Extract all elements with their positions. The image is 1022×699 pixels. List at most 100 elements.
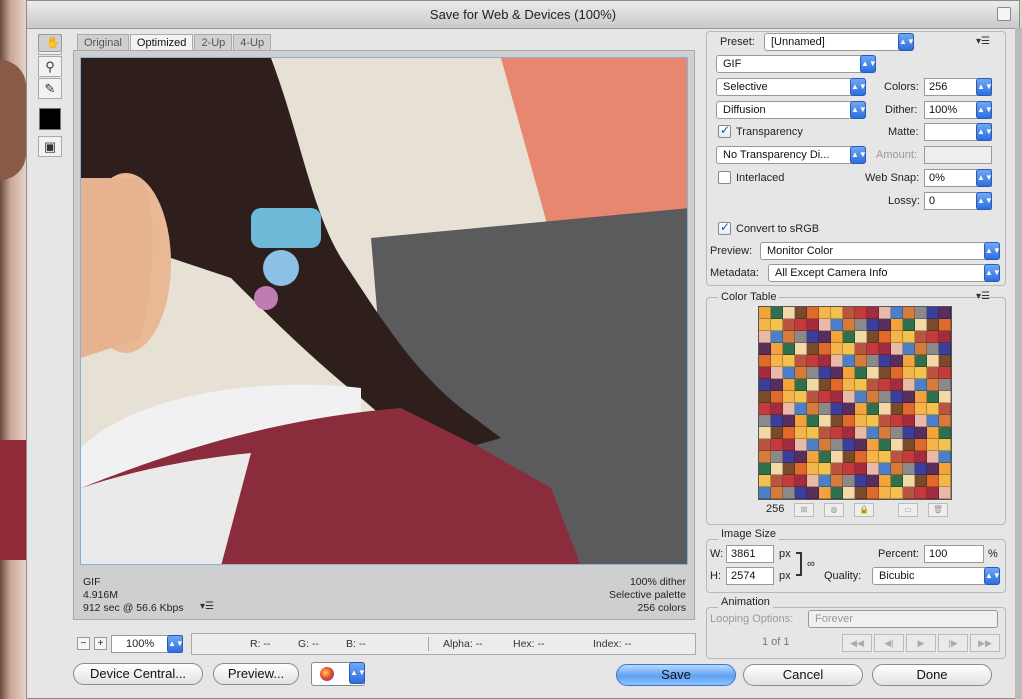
color-swatch[interactable] <box>927 487 939 499</box>
color-swatch[interactable] <box>831 307 843 319</box>
color-swatch[interactable] <box>759 319 771 331</box>
color-swatch[interactable] <box>807 439 819 451</box>
color-swatch[interactable] <box>819 439 831 451</box>
color-swatch[interactable] <box>843 475 855 487</box>
color-swatch[interactable] <box>843 331 855 343</box>
color-swatch[interactable] <box>855 463 867 475</box>
file-format-select[interactable]: GIF ▲▼ <box>716 55 877 73</box>
new-color-icon[interactable]: ▭ <box>898 503 918 517</box>
color-swatch[interactable] <box>843 439 855 451</box>
color-swatch[interactable] <box>807 403 819 415</box>
color-swatch[interactable] <box>831 391 843 403</box>
color-swatch[interactable] <box>807 391 819 403</box>
color-swatch[interactable] <box>855 307 867 319</box>
color-swatch[interactable] <box>819 319 831 331</box>
color-swatch[interactable] <box>831 451 843 463</box>
color-swatch[interactable] <box>831 415 843 427</box>
color-swatch[interactable] <box>891 391 903 403</box>
color-swatch[interactable] <box>759 391 771 403</box>
browser-select[interactable]: ▲▼ <box>311 662 366 686</box>
color-swatch[interactable] <box>915 439 927 451</box>
color-swatch[interactable] <box>831 367 843 379</box>
color-swatch[interactable] <box>771 307 783 319</box>
quality-select[interactable]: Bicubic ▲▼ <box>872 567 1001 585</box>
zoom-tool-icon[interactable]: ⚲ <box>38 56 62 77</box>
color-swatch[interactable] <box>927 415 939 427</box>
tab-original[interactable]: Original <box>77 34 129 50</box>
color-swatch[interactable] <box>891 343 903 355</box>
next-frame-icon[interactable]: |▶ <box>938 634 968 652</box>
color-swatch[interactable] <box>819 343 831 355</box>
color-swatch[interactable] <box>939 451 951 463</box>
websnap-field[interactable]: 0% ▲▼ <box>924 169 993 187</box>
color-swatch[interactable] <box>867 451 879 463</box>
color-swatch[interactable] <box>819 367 831 379</box>
color-swatch[interactable] <box>855 367 867 379</box>
color-swatch[interactable] <box>795 307 807 319</box>
color-swatch[interactable] <box>879 319 891 331</box>
color-swatch[interactable] <box>855 343 867 355</box>
color-swatch[interactable] <box>843 319 855 331</box>
zoom-window-button[interactable] <box>997 7 1011 21</box>
color-swatch[interactable] <box>807 331 819 343</box>
color-swatch[interactable] <box>795 451 807 463</box>
color-swatch[interactable] <box>807 367 819 379</box>
color-swatch[interactable] <box>927 463 939 475</box>
color-swatch[interactable] <box>771 415 783 427</box>
preview-button[interactable]: Preview... <box>213 663 299 685</box>
color-swatch[interactable] <box>867 403 879 415</box>
color-swatch[interactable] <box>879 427 891 439</box>
color-swatch[interactable] <box>807 319 819 331</box>
color-swatch[interactable] <box>939 415 951 427</box>
color-swatch[interactable] <box>903 403 915 415</box>
color-swatch[interactable] <box>915 391 927 403</box>
color-swatch[interactable] <box>759 427 771 439</box>
color-swatch[interactable] <box>915 415 927 427</box>
color-swatch[interactable] <box>915 331 927 343</box>
color-swatch[interactable] <box>891 439 903 451</box>
color-swatch[interactable] <box>891 475 903 487</box>
color-swatch[interactable] <box>915 451 927 463</box>
color-swatch[interactable] <box>879 331 891 343</box>
color-swatch[interactable] <box>831 463 843 475</box>
color-swatch[interactable] <box>879 343 891 355</box>
color-swatch[interactable] <box>831 331 843 343</box>
color-swatch[interactable] <box>915 307 927 319</box>
color-swatch[interactable] <box>939 403 951 415</box>
color-swatch[interactable] <box>795 367 807 379</box>
tab-2-up[interactable]: 2-Up <box>194 34 233 50</box>
preset-select[interactable]: [Unnamed] ▲▼ <box>764 33 915 51</box>
tab-4-up[interactable]: 4-Up <box>233 34 272 50</box>
color-table-menu-icon[interactable]: ▾☰ <box>976 291 990 302</box>
color-swatch[interactable] <box>771 403 783 415</box>
color-swatch[interactable] <box>855 427 867 439</box>
eyedropper-tool-icon[interactable]: ✎ <box>38 78 62 99</box>
hand-tool-icon[interactable]: ✋ <box>38 34 62 52</box>
color-swatch[interactable] <box>807 343 819 355</box>
color-swatch[interactable] <box>927 355 939 367</box>
color-swatch[interactable] <box>759 439 771 451</box>
color-swatch[interactable] <box>879 487 891 499</box>
color-swatch[interactable] <box>807 451 819 463</box>
color-swatch[interactable] <box>879 391 891 403</box>
color-swatch[interactable] <box>819 331 831 343</box>
color-swatch[interactable] <box>783 403 795 415</box>
color-swatch[interactable] <box>843 355 855 367</box>
color-swatch[interactable] <box>783 307 795 319</box>
color-swatch[interactable] <box>939 367 951 379</box>
color-swatch[interactable] <box>783 367 795 379</box>
color-swatch[interactable] <box>855 379 867 391</box>
color-swatch[interactable] <box>843 391 855 403</box>
color-swatch[interactable] <box>819 451 831 463</box>
color-swatch[interactable] <box>843 487 855 499</box>
matte-select[interactable]: ▲▼ <box>924 123 993 141</box>
color-swatch[interactable] <box>819 403 831 415</box>
toggle-slices-visibility-icon[interactable]: ▣ <box>38 136 62 157</box>
transparency-dither-select[interactable]: No Transparency Di... ▲▼ <box>716 146 867 164</box>
color-swatch[interactable] <box>939 379 951 391</box>
previous-frame-icon[interactable]: ◀| <box>874 634 904 652</box>
color-swatch[interactable] <box>807 427 819 439</box>
color-swatch[interactable] <box>795 319 807 331</box>
color-swatch[interactable] <box>867 331 879 343</box>
color-swatch[interactable] <box>927 367 939 379</box>
